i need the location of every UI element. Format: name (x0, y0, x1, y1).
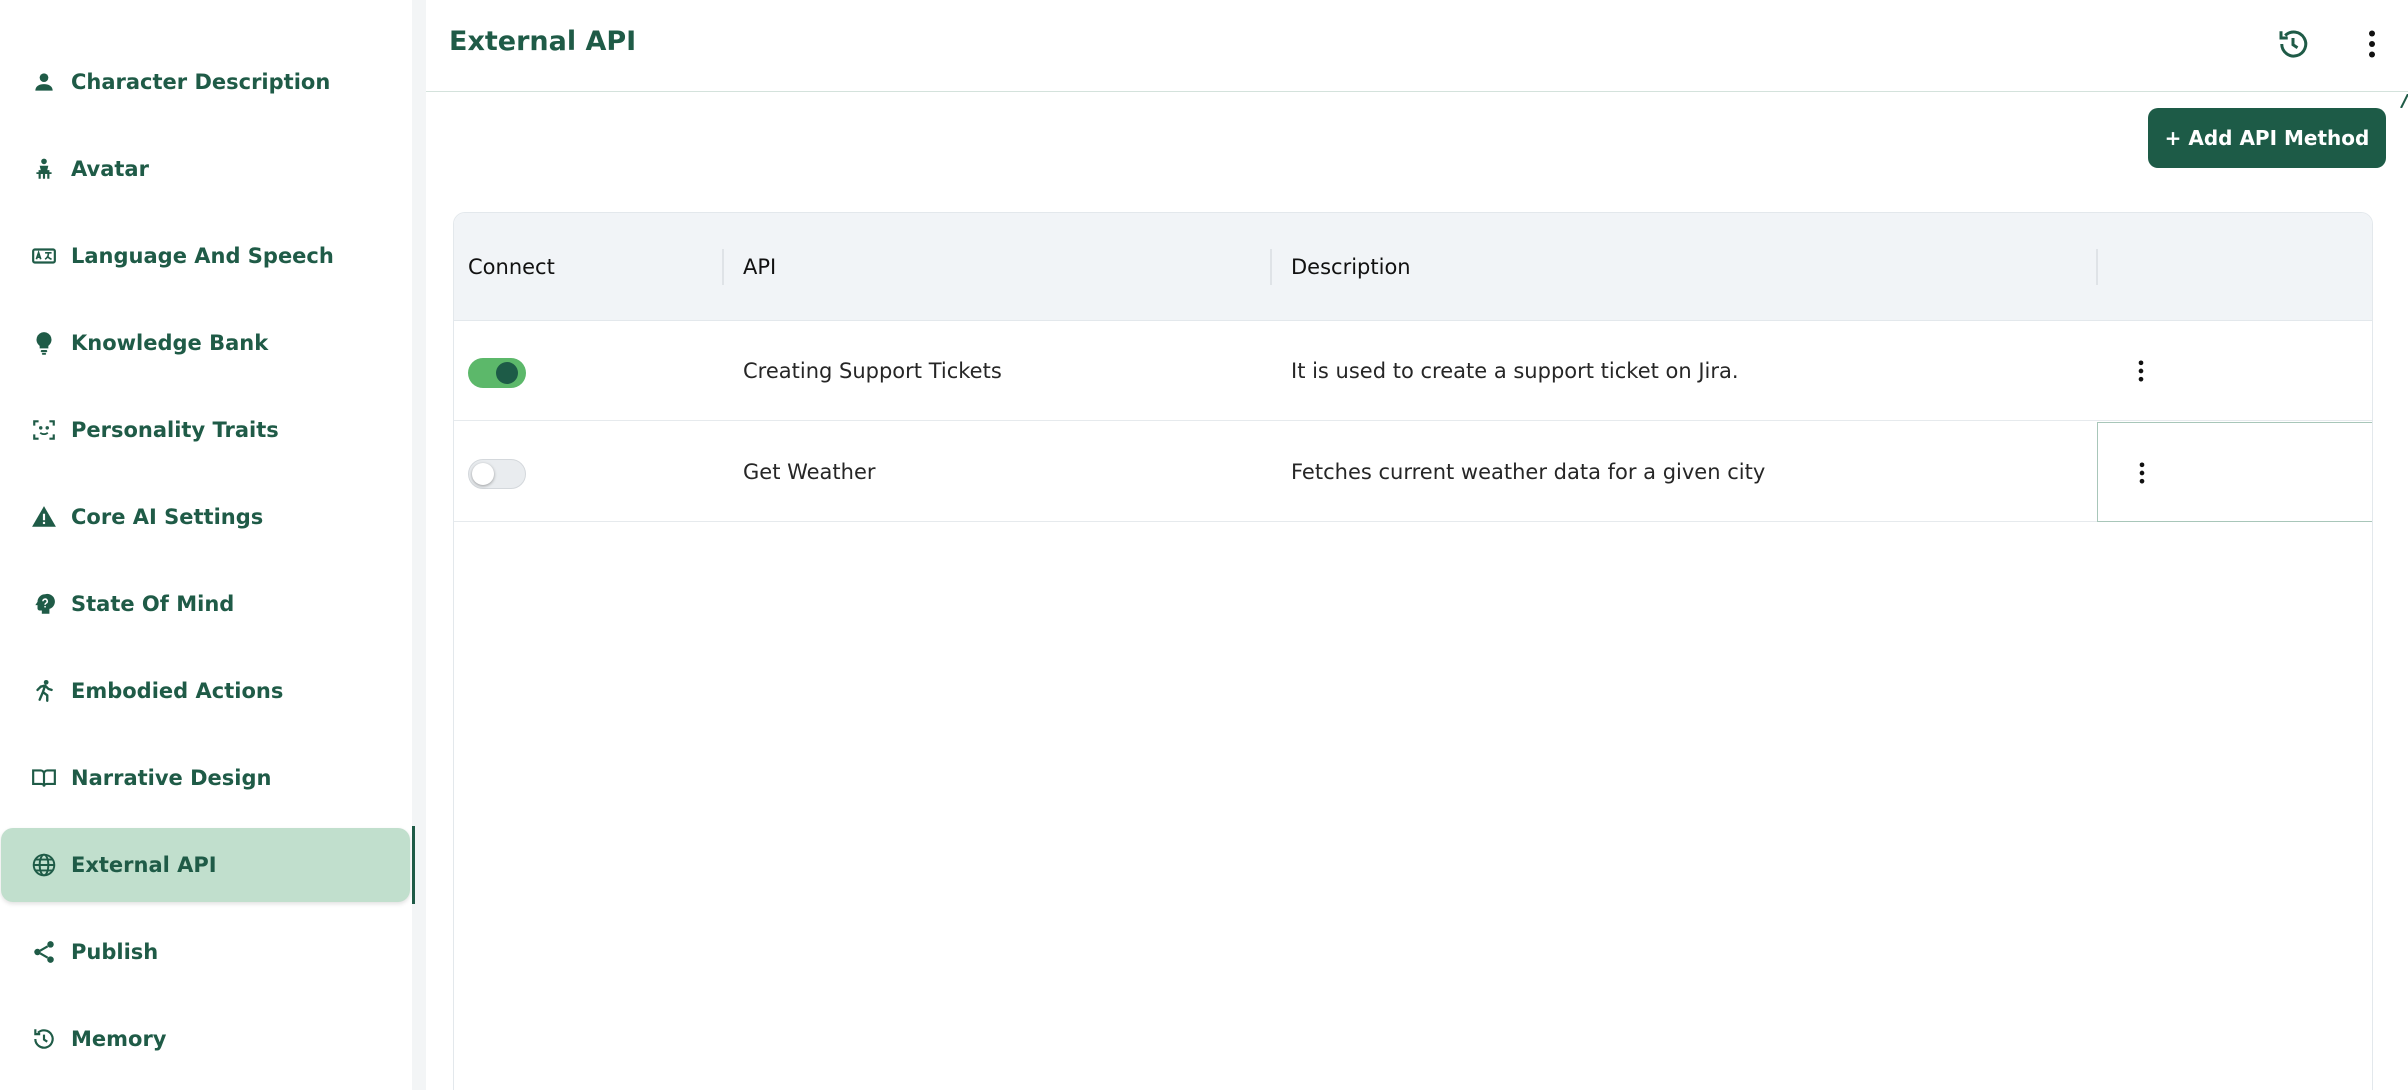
toggle-knob (496, 362, 518, 384)
sidebar-item-label: Memory (71, 1027, 167, 1051)
add-api-method-button[interactable]: + Add API Method (2148, 108, 2386, 168)
api-name: Get Weather (743, 460, 876, 484)
sidebar-item-label: Core AI Settings (71, 505, 264, 529)
sidebar-item-label: Narrative Design (71, 766, 272, 790)
globe-icon (29, 850, 59, 880)
sidebar-item-core-ai-settings[interactable]: Core AI Settings (0, 479, 412, 555)
api-description: It is used to create a support ticket on… (1291, 359, 1739, 383)
sidebar-item-label: Personality Traits (71, 418, 279, 442)
main-content: External API + Add API Method Connect AP… (426, 0, 2408, 1090)
api-table: Connect API Description Creating Support… (453, 212, 2373, 1090)
top-bar: External API (426, 0, 2408, 92)
warning-triangle-icon (29, 502, 59, 532)
sidebar-item-label: Knowledge Bank (71, 331, 269, 355)
table-row: Creating Support Tickets It is used to c… (454, 321, 2372, 421)
toggle-knob (472, 463, 494, 485)
api-name: Creating Support Tickets (743, 359, 1002, 383)
column-header-description[interactable]: Description (1291, 213, 1411, 321)
page-title: External API (449, 26, 637, 57)
sidebar-item-memory[interactable]: Memory (0, 1001, 412, 1077)
history-icon[interactable] (2271, 22, 2315, 66)
sidebar-item-label: Embodied Actions (71, 679, 284, 703)
column-header-connect[interactable]: Connect (468, 213, 555, 321)
table-row: Get Weather Fetches current weather data… (454, 422, 2372, 522)
sidebar-item-embodied-actions[interactable]: Embodied Actions (0, 653, 412, 729)
history-icon (29, 1024, 59, 1054)
share-icon (29, 937, 59, 967)
row-menu-button[interactable] (2097, 321, 2372, 421)
sidebar-item-label: External API (71, 853, 217, 877)
translate-icon (29, 241, 59, 271)
column-divider (722, 249, 724, 285)
sidebar-divider (412, 0, 426, 1090)
sidebar-item-label: Publish (71, 940, 159, 964)
scroll-caret-icon (2400, 94, 2408, 108)
more-vertical-icon (2138, 360, 2144, 382)
open-book-icon (29, 763, 59, 793)
sidebar-item-personality-traits[interactable]: Personality Traits (0, 392, 412, 468)
active-indicator (412, 826, 415, 904)
row-menu-button[interactable] (2097, 422, 2372, 522)
sidebar-item-label: Avatar (71, 157, 149, 181)
more-vertical-icon[interactable] (2350, 22, 2394, 66)
api-description: Fetches current weather data for a given… (1291, 460, 1766, 484)
sidebar-item-label: Character Description (71, 70, 331, 94)
more-vertical-icon (2139, 462, 2145, 484)
sidebar-item-label: State Of Mind (71, 592, 235, 616)
table-header: Connect API Description (454, 213, 2372, 321)
sidebar-item-avatar[interactable]: Avatar (0, 131, 412, 207)
sidebar: Character Description Avatar Language An… (0, 0, 412, 1090)
sidebar-item-state-of-mind[interactable]: State Of Mind (0, 566, 412, 642)
column-header-api[interactable]: API (743, 213, 776, 321)
connect-toggle[interactable] (468, 358, 526, 388)
person-icon (29, 67, 59, 97)
face-scan-icon (29, 415, 59, 445)
lightbulb-icon (29, 328, 59, 358)
column-divider (2096, 249, 2098, 285)
sidebar-item-external-api[interactable]: External API (1, 828, 410, 902)
column-divider (1270, 249, 1272, 285)
sidebar-item-label: Language And Speech (71, 244, 334, 268)
running-person-icon (29, 676, 59, 706)
sidebar-item-character-description[interactable]: Character Description (0, 44, 412, 120)
avatar-icon (29, 154, 59, 184)
connect-toggle[interactable] (468, 459, 526, 489)
sidebar-item-publish[interactable]: Publish (0, 914, 412, 990)
head-icon (29, 589, 59, 619)
sidebar-item-knowledge-bank[interactable]: Knowledge Bank (0, 305, 412, 381)
sidebar-item-narrative-design[interactable]: Narrative Design (0, 740, 412, 816)
sidebar-item-language-and-speech[interactable]: Language And Speech (0, 218, 412, 294)
